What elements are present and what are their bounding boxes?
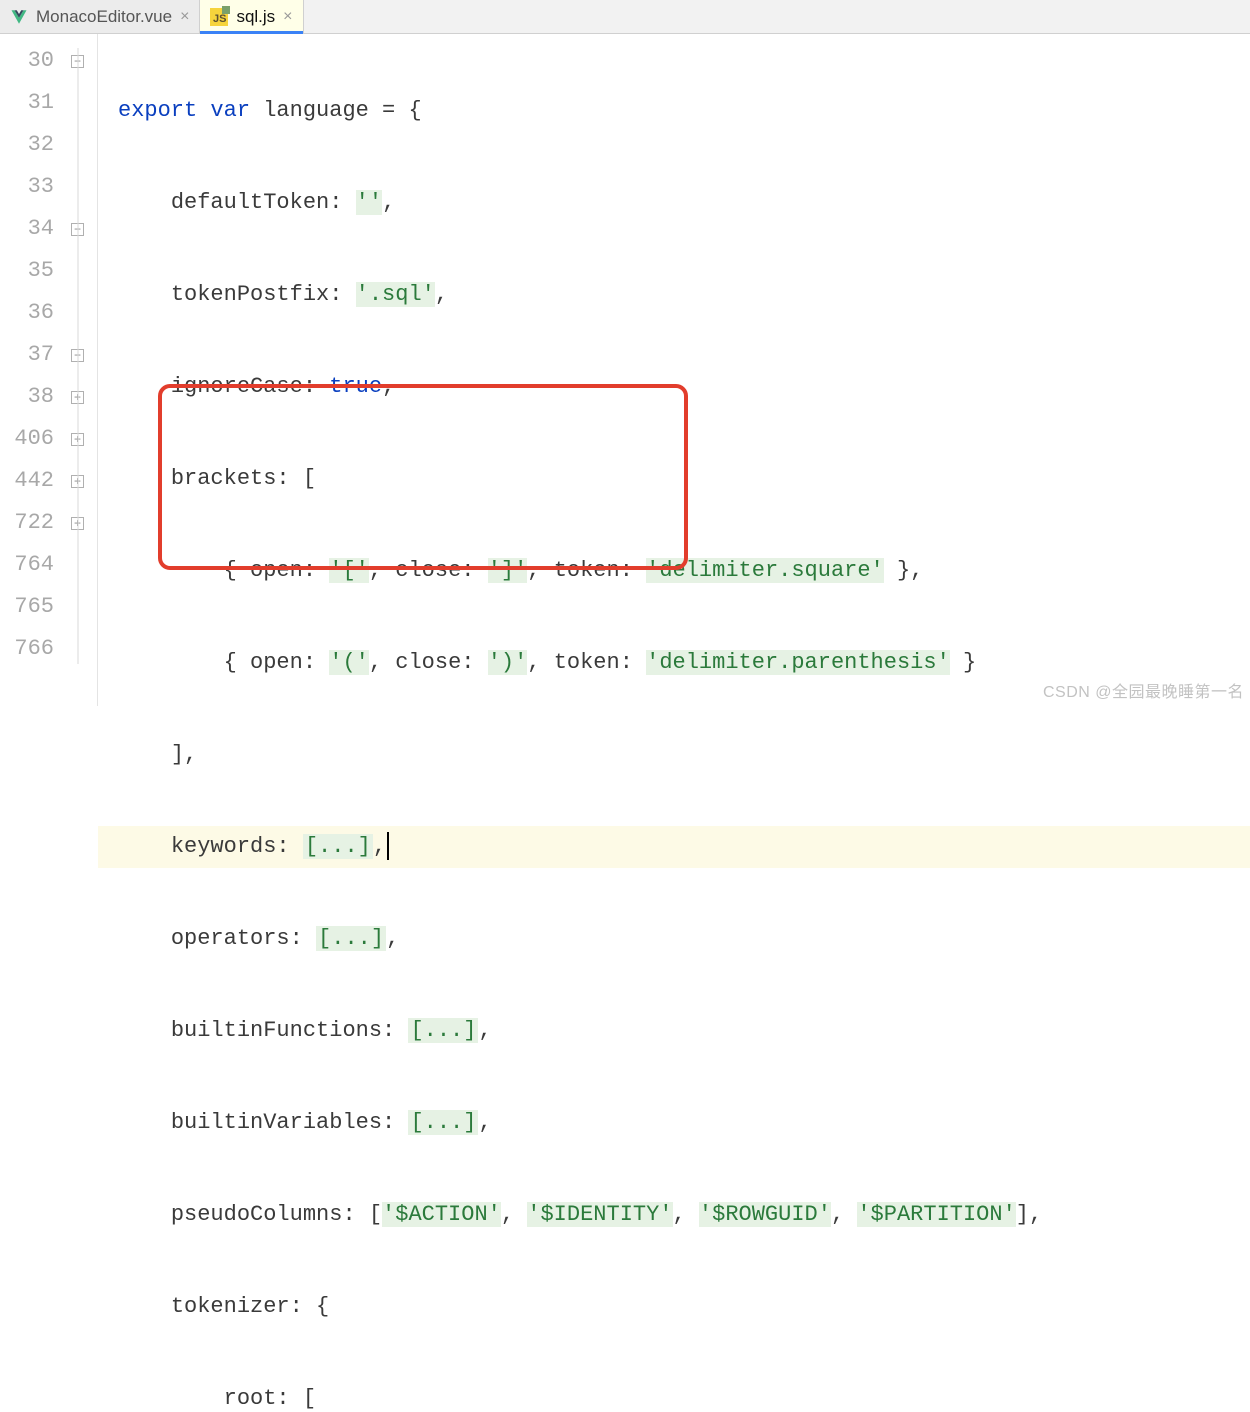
folded-region[interactable]: [...] <box>316 926 386 951</box>
code-editor[interactable]: 30 31 32 33 34 35 36 37 38 406 442 722 7… <box>0 34 1250 706</box>
folded-region[interactable]: [...] <box>408 1018 478 1043</box>
code-line[interactable]: export var language = { <box>98 90 1250 132</box>
code-line[interactable]: defaultToken: '', <box>98 182 1250 224</box>
line-number: 32 <box>0 124 58 166</box>
fold-gutter: − − − + + + + <box>58 34 98 706</box>
line-number-gutter: 30 31 32 33 34 35 36 37 38 406 442 722 7… <box>0 34 58 706</box>
line-number: 406 <box>0 418 58 460</box>
code-line[interactable]: builtinVariables: [...], <box>98 1102 1250 1144</box>
js-icon: JS <box>210 8 228 26</box>
code-line[interactable]: brackets: [ <box>98 458 1250 500</box>
code-line[interactable]: keywords: [...], <box>98 826 1250 868</box>
line-number: 36 <box>0 292 58 334</box>
folded-region[interactable]: [...] <box>408 1110 478 1135</box>
line-number: 442 <box>0 460 58 502</box>
line-number: 722 <box>0 502 58 544</box>
line-number: 37 <box>0 334 58 376</box>
code-line[interactable]: { open: '[', close: ']', token: 'delimit… <box>98 550 1250 592</box>
code-line[interactable]: ignoreCase: true, <box>98 366 1250 408</box>
line-number: 34 <box>0 208 58 250</box>
close-icon[interactable]: × <box>180 8 189 26</box>
tab-label: MonacoEditor.vue <box>36 7 172 27</box>
code-area[interactable]: export var language = { defaultToken: ''… <box>98 34 1250 706</box>
line-number: 38 <box>0 376 58 418</box>
close-icon[interactable]: × <box>283 8 292 26</box>
tab-monaco-editor[interactable]: MonacoEditor.vue × <box>0 0 200 33</box>
line-number: 764 <box>0 544 58 586</box>
code-line[interactable]: root: [ <box>98 1378 1250 1412</box>
folded-region[interactable]: [...] <box>303 834 373 859</box>
line-number: 30 <box>0 40 58 82</box>
code-line[interactable]: operators: [...], <box>98 918 1250 960</box>
watermark-text: CSDN @全园最晚睡第一名 <box>1043 678 1244 702</box>
code-line[interactable]: tokenizer: { <box>98 1286 1250 1328</box>
text-caret <box>387 832 389 860</box>
tab-bar: MonacoEditor.vue × JS sql.js × <box>0 0 1250 34</box>
vue-icon <box>10 8 28 26</box>
tab-sql-js[interactable]: JS sql.js × <box>200 0 303 33</box>
code-line[interactable]: tokenPostfix: '.sql', <box>98 274 1250 316</box>
code-line[interactable]: ], <box>98 734 1250 776</box>
tab-label: sql.js <box>236 7 275 27</box>
line-number: 31 <box>0 82 58 124</box>
code-line[interactable]: pseudoColumns: ['$ACTION', '$IDENTITY', … <box>98 1194 1250 1236</box>
line-number: 33 <box>0 166 58 208</box>
line-number: 35 <box>0 250 58 292</box>
code-line[interactable]: builtinFunctions: [...], <box>98 1010 1250 1052</box>
line-number: 765 <box>0 586 58 628</box>
line-number: 766 <box>0 628 58 670</box>
